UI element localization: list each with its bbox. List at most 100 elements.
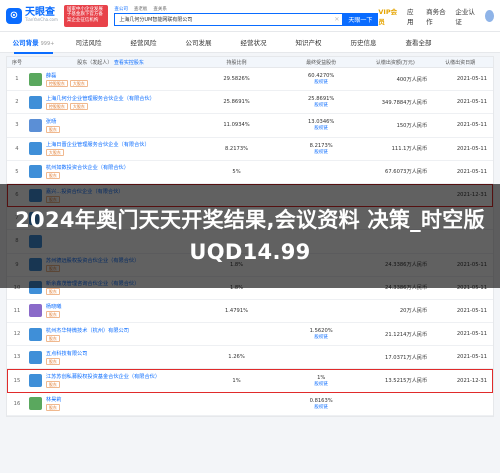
shareholder-tags: 股东 [45, 125, 60, 133]
promo-badge[interactable]: 国家中小企业发展子基金旗下官方备案企业征信机构 [63, 4, 109, 27]
clear-icon[interactable]: ✕ [334, 16, 339, 23]
equity-chain-link[interactable]: 股权链 [314, 125, 328, 131]
subscribed-amount: 349.7884万人民币 [381, 99, 428, 106]
shareholder-tag: 控股股东 [45, 102, 68, 110]
business-link[interactable]: 商务合作 [426, 6, 446, 26]
shareholder-tag: 股东 [45, 334, 60, 342]
table-row[interactable]: 11 杨晓曦 股东 1.4791% 20万人民币 2021-05-11 [7, 300, 493, 324]
subscribed-amount: 20万人民币 [399, 308, 428, 315]
shareholding-pct: 25.8691% [223, 99, 250, 106]
shareholder-cell: 杭州如数投资合伙企业（有限合伙） 股东 [27, 164, 194, 180]
shareholder-name-link[interactable]: 林昊莉 [46, 396, 62, 403]
table-row[interactable]: 12 杭州杰华特微技术（杭州）有限公司 股东 1.5620% 股权链 21.1214万人民… [7, 323, 493, 347]
subscribed-amount: 150万人民币 [396, 122, 428, 129]
shareholder-cell: 杭州杰华特微技术（杭州）有限公司 股东 [27, 327, 194, 342]
search-tabs: 查公司 查老板 查关系 [114, 6, 378, 13]
final-benefit-cell: 13.0346% 股权链 [279, 119, 364, 131]
subscribed-date: 2021-05-11 [456, 354, 487, 361]
overlay-banner: 2024年奥门天天开奖结果,会议资料 决策_时空版UQD14.99 [0, 184, 500, 288]
table-row[interactable]: 2 上海几何分企业管理服务合伙企业（有限合伙） 控股股东 大股东 25.8691% 25.… [7, 91, 493, 115]
search-button[interactable]: 天眼一下 [342, 12, 379, 26]
tab-ip[interactable]: 知识产权 [281, 37, 336, 47]
shareholder-logo-icon [28, 327, 42, 341]
table-row[interactable]: 5 杭州如数投资合伙企业（有限合伙） 股东 5% 67.6073万人民币 2021-05-… [7, 161, 493, 184]
logo-mark-icon: ⊙ [6, 7, 22, 24]
tab-operating-status[interactable]: 经营状况 [226, 37, 281, 47]
shareholder-name-link[interactable]: 张旸 [46, 118, 60, 125]
header-name-link[interactable]: 查看实控股东 [114, 60, 144, 66]
shareholder-logo-icon [28, 397, 42, 411]
shareholder-tags: 股东 [45, 404, 62, 412]
row-number: 12 [13, 331, 21, 338]
row-number: 4 [15, 145, 19, 152]
tab-company-development[interactable]: 公司发展 [171, 37, 226, 47]
table-row[interactable]: 3 张旸 股东 11.0934% 13.0346% 股权链 150万人民币 2021-05-1… [7, 114, 493, 138]
shareholder-tag: 控股股东 [45, 79, 68, 87]
final-benefit-cell: 1% 股权链 [279, 375, 364, 387]
equity-chain-link[interactable]: 股权链 [314, 149, 328, 155]
shareholding-pct: 5% [232, 168, 241, 175]
tab-legal-risk[interactable]: 司法风险 [61, 37, 116, 47]
shareholder-cell: 上海日晋企业管理服务合伙企业（有限合伙） 大股东 [27, 141, 194, 157]
top-right-menu: VIP会员 应用 商务合作 企业认证 [378, 6, 494, 26]
shareholder-tag: 股东 [45, 381, 60, 389]
equity-chain-link[interactable]: 股权链 [314, 381, 328, 387]
shareholder-tag: 大股东 [69, 102, 88, 110]
logo[interactable]: ⊙ 天眼查 TianYanCha.com [6, 7, 58, 24]
table-row[interactable]: 15 江苏苏创私募股权投资基金合伙企业（有限合伙） 股东 1% 1% 股权链 13.5215… [7, 369, 493, 393]
shareholder-name-link[interactable]: 五点科技有限公司 [46, 350, 88, 357]
section-nav: 公司背景 999+ 司法风险 经营风险 公司发展 经营状况 知识产权 历史信息 查… [0, 32, 500, 54]
equity-chain-link[interactable]: 股权链 [314, 79, 328, 85]
table-row[interactable]: 16 林昊莉 股东 0.8163% 股权链 [7, 393, 493, 416]
shareholder-name-link[interactable]: 杭州杰华特微技术（杭州）有限公司 [46, 327, 129, 334]
table-row[interactable]: 1 薛磊 控股股东 大股东 29.5826% 60.4270% 股权链 400万人民币 2021… [7, 68, 493, 92]
table-row[interactable]: 4 上海日晋企业管理服务合伙企业（有限合伙） 大股东 8.2173% 8.2173% 股权… [7, 138, 493, 161]
shareholder-name-link[interactable]: 上海几何分企业管理服务合伙企业（有限合伙） [46, 95, 155, 102]
shareholder-name-link[interactable]: 杭州如数投资合伙企业（有限合伙） [46, 164, 129, 171]
shareholder-name-link[interactable]: 杨晓曦 [46, 303, 62, 310]
shareholder-name-link[interactable]: 江苏苏创私募股权投资基金合伙企业（有限合伙） [46, 373, 160, 380]
table-row[interactable]: 13 五点科技有限公司 股东 1.26% 17.0371万人民币 2021-05-11 [7, 346, 493, 370]
subscribed-amount: 21.1214万人民币 [385, 331, 428, 338]
subscribed-amount: 67.6073万人民币 [385, 169, 428, 176]
vip-link[interactable]: VIP会员 [378, 6, 398, 26]
equity-chain-link[interactable]: 股权链 [314, 102, 328, 108]
search-row: 上海几何分UM智能网联有限公司 ✕ 天眼一下 [114, 12, 379, 26]
row-number: 1 [15, 76, 19, 83]
shareholder-tag: 股东 [45, 288, 60, 296]
shareholder-name-link[interactable]: 薛磊 [46, 72, 88, 79]
apps-link[interactable]: 应用 [407, 6, 417, 26]
shareholder-cell: 张旸 股东 [27, 118, 194, 133]
final-benefit-cell: 60.4270% 股权链 [279, 73, 364, 85]
shareholder-cell: 江苏苏创私募股权投资基金合伙企业（有限合伙） 股东 [27, 373, 194, 389]
header-amount: 认缴出资额(万元) [375, 59, 415, 66]
shareholder-tag: 大股东 [45, 149, 64, 157]
search-input[interactable]: 上海几何分UM智能网联有限公司 ✕ [114, 12, 343, 26]
tab-company-background[interactable]: 公司背景 999+ [6, 37, 61, 54]
logo-subtext: TianYanCha.com [25, 17, 58, 23]
shareholding-pct: 1.26% [228, 354, 245, 361]
final-benefit-cell: 8.2173% 股权链 [279, 143, 364, 155]
subscribed-date: 2021-05-11 [456, 307, 487, 314]
avatar[interactable] [484, 9, 494, 22]
shareholder-logo-icon [28, 72, 42, 86]
tab-history[interactable]: 历史信息 [336, 37, 391, 47]
equity-chain-link[interactable]: 股权链 [314, 404, 328, 410]
shareholder-name-link[interactable]: 上海日晋企业管理服务合伙企业（有限合伙） [46, 141, 150, 148]
tab-operational-risk[interactable]: 经营风险 [116, 37, 171, 47]
cert-link[interactable]: 企业认证 [455, 6, 475, 26]
shareholder-logo-icon [28, 374, 42, 388]
shareholder-tags: 股东 [45, 357, 88, 365]
equity-chain-link[interactable]: 股权链 [314, 334, 328, 340]
tab-view-all[interactable]: 查看全部 [391, 37, 446, 47]
subscribed-date: 2021-12-31 [456, 377, 487, 384]
subscribed-amount: 13.5215万人民币 [385, 378, 428, 385]
shareholder-logo-icon [28, 165, 42, 179]
search-tab-company[interactable]: 查公司 [114, 6, 128, 13]
search-tab-boss[interactable]: 查老板 [134, 6, 148, 13]
shareholder-tags: 股东 [45, 311, 62, 319]
row-number: 15 [13, 377, 21, 384]
search-area: 查公司 查老板 查关系 上海几何分UM智能网联有限公司 ✕ 天眼一下 [114, 6, 379, 26]
search-tab-relation[interactable]: 查关系 [153, 6, 167, 13]
shareholding-pct: 1.4791% [224, 307, 249, 314]
